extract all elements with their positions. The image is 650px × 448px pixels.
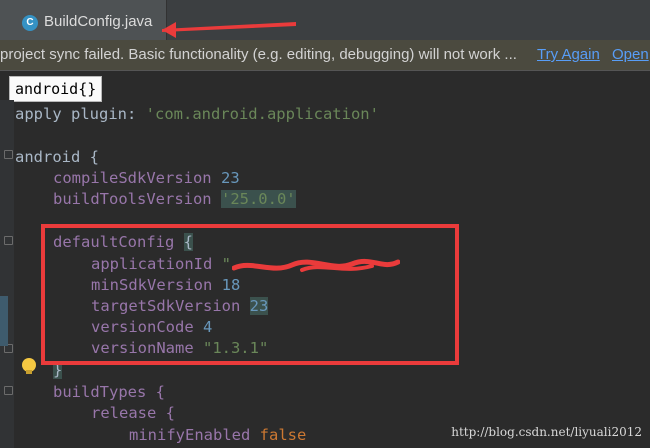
code-line: minifyEnabled false [129, 426, 307, 444]
annotation-highlight-box [41, 224, 459, 365]
breadcrumb[interactable]: android{} [9, 76, 103, 102]
tab-buildconfig[interactable]: C BuildConfig.java [0, 0, 167, 40]
annotation-arrow [162, 22, 296, 38]
code-line: buildToolsVersion '25.0.0' [53, 190, 296, 208]
code-line: apply plugin: 'com.android.application' [15, 105, 379, 123]
code-line: release { [91, 404, 175, 422]
tab-label: BuildConfig.java [44, 13, 153, 30]
java-class-icon: C [22, 15, 38, 31]
code-line: android { [15, 148, 99, 166]
code-line: compileSdkVersion 23 [53, 169, 240, 187]
code-line: buildTypes { [53, 383, 165, 401]
sync-failed-banner: project sync failed. Basic functionality… [0, 40, 650, 71]
fold-marker-icon[interactable] [4, 386, 13, 395]
editor-gutter [0, 100, 14, 448]
open-link[interactable]: Open [612, 46, 649, 64]
banner-message: project sync failed. Basic functionality… [0, 46, 517, 63]
try-again-link[interactable]: Try Again [537, 46, 600, 64]
watermark: http://blog.csdn.net/liyuali2012 [451, 425, 642, 439]
lightbulb-icon[interactable] [22, 358, 36, 374]
fold-marker-icon[interactable] [4, 150, 13, 159]
vcs-change-marker [0, 296, 8, 346]
editor-tab-bar: C BuildConfig.java [0, 0, 650, 41]
fold-marker-icon[interactable] [4, 236, 13, 245]
